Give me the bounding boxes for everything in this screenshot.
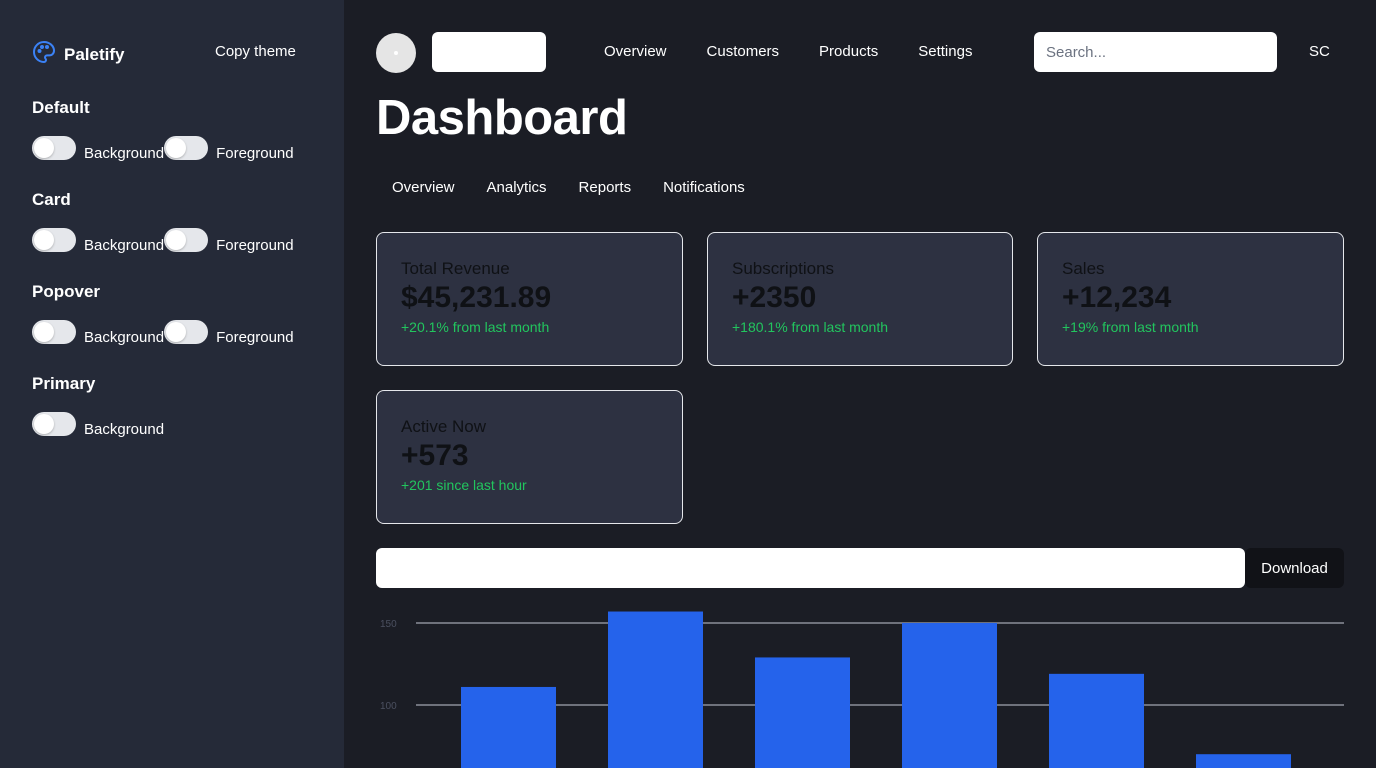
card-value: +573: [401, 439, 469, 472]
card-change: +19% from last month: [1062, 319, 1199, 335]
stat-card-active-now: Active Now +573 +201 since last hour: [376, 390, 683, 524]
toggle-row-default: Background Foreground: [32, 136, 294, 162]
nav-link-overview[interactable]: Overview: [604, 43, 667, 60]
date-range-picker[interactable]: [376, 548, 1245, 588]
team-avatar[interactable]: [376, 33, 416, 73]
toggle-item-popover-foreground: Foreground: [164, 320, 294, 346]
chart-bar: [461, 686, 556, 768]
card-title: Active Now: [401, 417, 487, 436]
brand: Paletify: [32, 40, 124, 69]
nav-link-customers[interactable]: Customers: [707, 43, 780, 60]
toggle-label: Foreground: [216, 237, 294, 254]
copy-theme-button[interactable]: Copy theme: [215, 43, 296, 60]
toggle-label: Background: [84, 329, 165, 346]
toggle-item-popover-background: Background: [32, 320, 164, 346]
nav-link-products[interactable]: Products: [819, 43, 878, 60]
card-title: Total Revenue: [401, 259, 510, 278]
chart-bar: [755, 657, 850, 768]
default-foreground-toggle[interactable]: [164, 136, 209, 160]
default-background-toggle[interactable]: [32, 136, 76, 160]
toggle-label: Background: [84, 421, 165, 438]
popover-background-toggle[interactable]: [32, 320, 76, 344]
chart-bar: [608, 611, 703, 768]
card-change: +180.1% from last month: [732, 319, 889, 335]
section-title-popover: Popover: [32, 282, 101, 301]
toggle-item-default-foreground: Foreground: [164, 136, 294, 162]
search-input[interactable]: [1034, 32, 1277, 72]
section-title-default: Default: [32, 98, 90, 117]
download-button[interactable]: Download: [1245, 548, 1344, 588]
stat-card-total-revenue: Total Revenue $45,231.89 +20.1% from las…: [376, 232, 683, 366]
chart-bar: [1049, 673, 1144, 768]
tab-reports[interactable]: Reports: [563, 170, 648, 205]
toggle-knob: [166, 230, 187, 250]
nav-link-settings[interactable]: Settings: [918, 43, 972, 60]
team-switcher[interactable]: [432, 32, 546, 72]
card-title: Sales: [1062, 259, 1105, 278]
toggle-label: Background: [84, 145, 165, 162]
toggle-item-default-background: Background: [32, 136, 164, 162]
toggle-label: Background: [84, 237, 165, 254]
theme-sidebar: Paletify Copy theme Default Background F…: [0, 0, 344, 768]
tab-notifications[interactable]: Notifications: [647, 170, 761, 205]
card-value: $45,231.89: [401, 281, 552, 314]
brand-name: Paletify: [64, 44, 125, 64]
stat-card-subscriptions: Subscriptions +2350 +180.1% from last mo…: [707, 232, 1013, 366]
card-change: +20.1% from last month: [401, 319, 550, 335]
section-title-primary: Primary: [32, 374, 96, 393]
toggle-knob: [34, 414, 54, 434]
toggle-knob: [34, 138, 54, 158]
dashboard-tabs: Overview Analytics Reports Notifications: [376, 170, 761, 205]
toggle-item-primary-background: Background: [32, 412, 164, 438]
toggle-item-card-foreground: Foreground: [164, 228, 294, 254]
toggle-knob: [34, 230, 54, 250]
card-change: +201 since last hour: [401, 477, 527, 493]
toggle-item-card-background: Background: [32, 228, 164, 254]
toggle-row-primary: Background: [32, 412, 164, 438]
user-avatar[interactable]: SC: [1309, 43, 1330, 60]
card-value: +12,234: [1062, 281, 1172, 314]
card-foreground-toggle[interactable]: [164, 228, 209, 252]
popover-foreground-toggle[interactable]: [164, 320, 209, 344]
tab-overview[interactable]: Overview: [376, 170, 471, 205]
toggle-row-popover: Background Foreground: [32, 320, 294, 346]
primary-background-toggle[interactable]: [32, 412, 76, 436]
toggle-row-card: Background Foreground: [32, 228, 294, 254]
palette-icon: [32, 40, 56, 69]
toggle-label: Foreground: [216, 329, 294, 346]
y-tick-label: 100: [380, 701, 397, 712]
page-title: Dashboard: [376, 91, 628, 145]
main-nav: Overview Customers Products Settings: [604, 43, 972, 60]
overview-bar-chart: 150 100: [380, 611, 1344, 768]
toggle-knob: [166, 138, 187, 158]
y-tick-label: 150: [380, 619, 397, 630]
chart-bar: [902, 623, 997, 768]
toggle-knob: [34, 322, 54, 342]
tab-analytics[interactable]: Analytics: [471, 170, 563, 205]
toggle-label: Foreground: [216, 145, 294, 162]
chart-bar: [1196, 754, 1291, 768]
toggle-knob: [166, 322, 187, 342]
card-background-toggle[interactable]: [32, 228, 76, 252]
card-title: Subscriptions: [732, 259, 835, 278]
card-value: +2350: [732, 281, 817, 314]
avatar-dot: [394, 51, 398, 55]
stat-card-sales: Sales +12,234 +19% from last month: [1037, 232, 1344, 366]
section-title-card: Card: [32, 190, 71, 209]
